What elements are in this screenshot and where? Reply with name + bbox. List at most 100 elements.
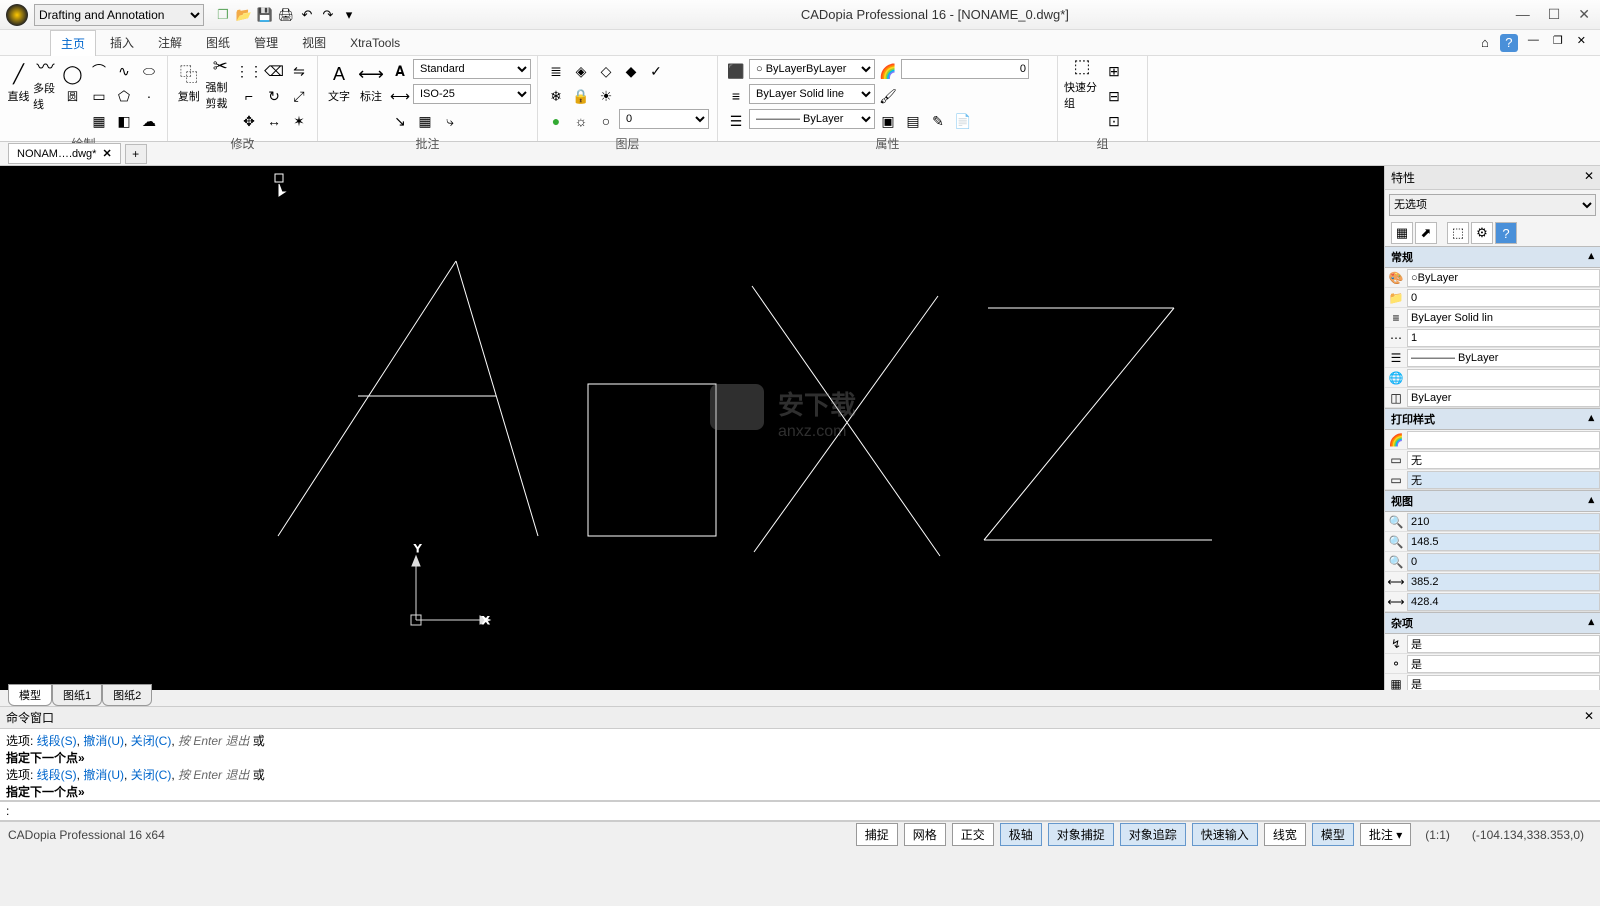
picon-help[interactable]: ?: [1495, 222, 1517, 244]
stretch-icon[interactable]: ↔: [262, 109, 286, 133]
array-icon[interactable]: ⋮⋮: [237, 59, 261, 83]
prop-view5[interactable]: 428.4: [1407, 593, 1600, 611]
prop-view2[interactable]: 148.5: [1407, 533, 1600, 551]
osnap-toggle[interactable]: 对象捕捉: [1048, 823, 1114, 846]
layerlock-icon[interactable]: 🔒: [569, 84, 593, 108]
qinput-toggle[interactable]: 快速输入: [1192, 823, 1258, 846]
sheet-model[interactable]: 模型: [8, 684, 52, 706]
doc-tab[interactable]: NONAM….dwg* ✕: [8, 143, 121, 164]
maximize-button[interactable]: ☐: [1544, 6, 1565, 23]
lineweight-combo[interactable]: ———— ByLayer: [749, 109, 875, 129]
close-tab-icon[interactable]: ✕: [102, 147, 111, 160]
otrack-toggle[interactable]: 对象追踪: [1120, 823, 1186, 846]
menu-insert[interactable]: 插入: [100, 30, 144, 55]
prop-transparency[interactable]: ByLayer: [1407, 389, 1600, 407]
selection-combo[interactable]: 无选项: [1389, 194, 1596, 216]
sheet-2[interactable]: 图纸2: [102, 684, 152, 706]
menu-xtratools[interactable]: XtraTools: [340, 32, 410, 54]
menu-home[interactable]: 主页: [50, 30, 96, 56]
circle-button[interactable]: ◯圆: [60, 59, 85, 107]
region-icon[interactable]: ◧: [112, 109, 136, 133]
group3-icon[interactable]: ⊡: [1102, 109, 1126, 133]
layeriso-icon[interactable]: ◈: [569, 59, 593, 83]
trim-button[interactable]: ✂强制剪裁: [206, 59, 236, 107]
dimstyle-combo[interactable]: ISO-25: [413, 84, 531, 104]
dimstyle-icon[interactable]: ⟷: [388, 84, 412, 108]
erase-icon[interactable]: ⌫: [262, 59, 286, 83]
fillet-icon[interactable]: ⌐: [237, 84, 261, 108]
help-icon[interactable]: ?: [1500, 34, 1518, 52]
rotate-icon[interactable]: ↻: [262, 84, 286, 108]
ellipse-icon[interactable]: ⬭: [137, 59, 161, 83]
layerfreeze-icon[interactable]: ❄: [544, 84, 568, 108]
cloud-icon[interactable]: ☁: [137, 109, 161, 133]
prop-view4[interactable]: 385.2: [1407, 573, 1600, 591]
layermgr-icon[interactable]: ≣: [544, 59, 568, 83]
move-icon[interactable]: ✥: [237, 109, 261, 133]
layer-combo[interactable]: 0: [619, 109, 709, 129]
mleader-icon[interactable]: ⤷: [438, 109, 462, 133]
linetype-icon[interactable]: ≡: [724, 84, 748, 108]
open-icon[interactable]: 📂: [235, 6, 253, 24]
prop-value-input[interactable]: [901, 59, 1029, 79]
doc-minimize-button[interactable]: —: [1524, 34, 1543, 52]
group2-icon[interactable]: ⊟: [1102, 84, 1126, 108]
color-combo[interactable]: ○ ByLayerByLayer: [749, 59, 875, 79]
prop-linescale[interactable]: 1: [1407, 329, 1600, 347]
prop-lineweight[interactable]: ———— ByLayer: [1407, 349, 1600, 367]
model-toggle[interactable]: 模型: [1312, 823, 1354, 846]
propsx1-icon[interactable]: ▣: [876, 109, 900, 133]
spline-icon[interactable]: ∿: [112, 59, 136, 83]
layeroff-icon[interactable]: ◇: [594, 59, 618, 83]
table-icon[interactable]: ▦: [413, 109, 437, 133]
prop-misc1[interactable]: 是: [1407, 635, 1600, 653]
copy-button[interactable]: ⿻复制: [174, 59, 204, 107]
group1-icon[interactable]: ⊞: [1102, 59, 1126, 83]
undo-icon[interactable]: ↶: [298, 6, 316, 24]
propsx4-icon[interactable]: 📄: [951, 109, 975, 133]
collapse-icon[interactable]: ▴: [1588, 493, 1594, 509]
colorwheel-icon[interactable]: 🌈: [876, 59, 900, 83]
save-icon[interactable]: 💾: [256, 6, 274, 24]
ortho-toggle[interactable]: 正交: [952, 823, 994, 846]
minimize-button[interactable]: —: [1512, 6, 1534, 23]
linetype-combo[interactable]: ByLayer Solid line: [749, 84, 875, 104]
qat-dropdown-icon[interactable]: ▾: [340, 6, 358, 24]
menu-annotate[interactable]: 注解: [148, 30, 192, 55]
hatch-icon[interactable]: ▦: [87, 109, 111, 133]
color-icon[interactable]: ⬛: [724, 59, 748, 83]
layersun-icon[interactable]: ☼: [569, 109, 593, 133]
drawing-canvas[interactable]: Y X 安下载 anxz.com 模型 图纸1 图纸2: [0, 166, 1384, 690]
command-input[interactable]: :: [0, 801, 1600, 821]
layerthaw-icon[interactable]: ☀: [594, 84, 618, 108]
polygon-icon[interactable]: ⬠: [112, 84, 136, 108]
sheet-1[interactable]: 图纸1: [52, 684, 102, 706]
layercircle-icon[interactable]: ○: [594, 109, 618, 133]
prop-hyperlink[interactable]: [1407, 369, 1600, 387]
picon-pick[interactable]: ⬈: [1415, 222, 1437, 244]
menu-manage[interactable]: 管理: [244, 30, 288, 55]
matchprop-icon[interactable]: 🖌: [876, 84, 900, 108]
cmd-close-icon[interactable]: ✕: [1584, 709, 1594, 726]
prop-view3[interactable]: 0: [1407, 553, 1600, 571]
collapse-icon[interactable]: ▴: [1588, 615, 1594, 631]
propsx3-icon[interactable]: ✎: [926, 109, 950, 133]
text-button[interactable]: A文字: [324, 59, 354, 107]
picon-filter[interactable]: ⚙: [1471, 222, 1493, 244]
prop-misc2[interactable]: 是: [1407, 655, 1600, 673]
menu-drawing[interactable]: 图纸: [196, 30, 240, 55]
collapse-icon[interactable]: ▴: [1588, 249, 1594, 265]
home-icon[interactable]: ⌂: [1476, 34, 1494, 52]
doc-close-button[interactable]: ✕: [1573, 34, 1590, 52]
scale-icon[interactable]: ⤢: [287, 84, 311, 108]
add-tab-button[interactable]: +: [125, 144, 147, 164]
picon-grid[interactable]: ▦: [1391, 222, 1413, 244]
doc-restore-button[interactable]: ❐: [1549, 34, 1567, 52]
arc-icon[interactable]: ⌒: [87, 59, 111, 83]
rect-icon[interactable]: ▭: [87, 84, 111, 108]
lineweight-toggle[interactable]: 线宽: [1264, 823, 1306, 846]
polar-toggle[interactable]: 极轴: [1000, 823, 1042, 846]
collapse-icon[interactable]: ▴: [1588, 411, 1594, 427]
close-button[interactable]: ✕: [1574, 6, 1594, 23]
workspace-selector[interactable]: Drafting and Annotation: [34, 4, 204, 26]
